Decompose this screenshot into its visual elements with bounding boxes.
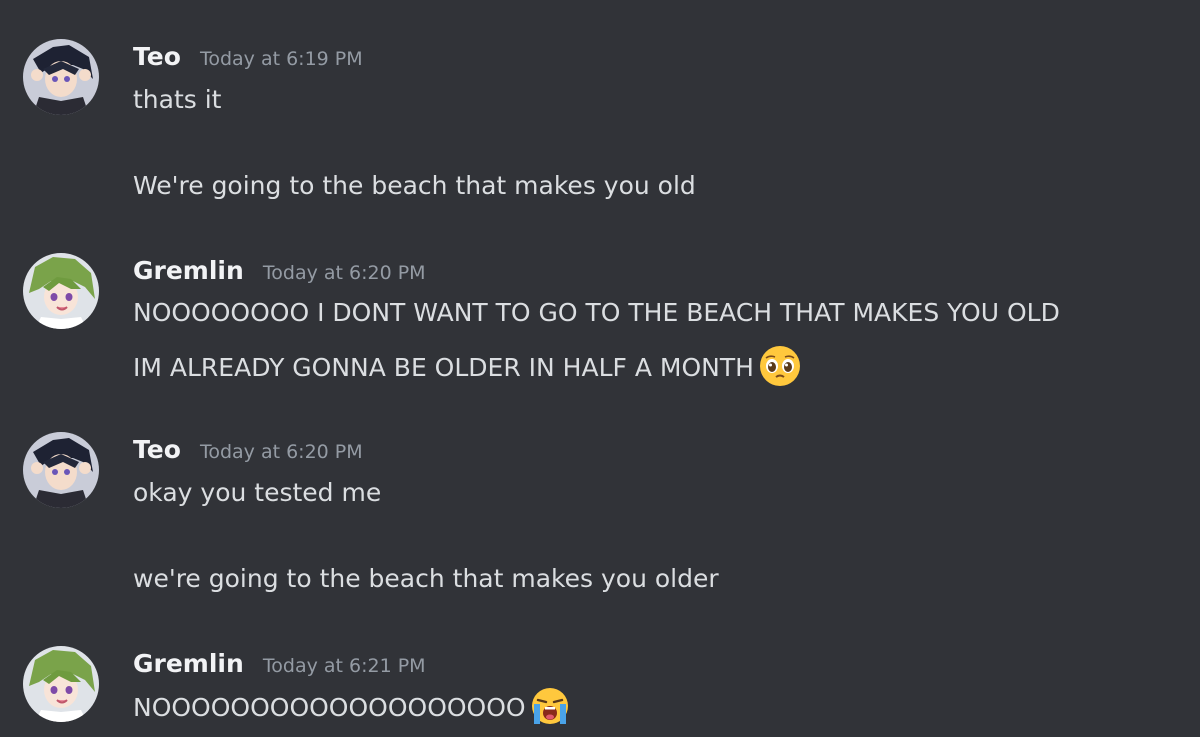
loudly-crying-face-emoji[interactable] bbox=[530, 686, 570, 726]
chat-message-list: Teo Today at 6:19 PM thats it We're goin… bbox=[0, 0, 1200, 737]
message-text: thats it bbox=[133, 85, 222, 114]
teo-avatar-icon[interactable] bbox=[23, 432, 99, 508]
message-timestamp: Today at 6:20 PM bbox=[199, 441, 363, 463]
message-line: IM ALREADY GONNA BE OLDER IN HALF A MONT… bbox=[133, 346, 802, 388]
message-timestamp: Today at 6:21 PM bbox=[262, 655, 426, 677]
username[interactable]: Gremlin bbox=[133, 256, 244, 285]
message-timestamp: Today at 6:19 PM bbox=[199, 48, 363, 70]
message-text: okay you tested me bbox=[133, 478, 382, 507]
teo-avatar-icon[interactable] bbox=[23, 39, 99, 115]
username[interactable]: Teo bbox=[133, 435, 181, 464]
message-timestamp: Today at 6:20 PM bbox=[262, 262, 426, 284]
gremlin-avatar-icon[interactable] bbox=[23, 253, 99, 329]
pleading-face-emoji[interactable] bbox=[758, 344, 802, 388]
message-text: NOOOOOOOOOOOOOOOOOOO bbox=[133, 693, 526, 722]
message-text: NOOOOOOOO I DONT WANT TO GO TO THE BEACH… bbox=[133, 298, 1060, 327]
message-text: We're going to the beach that makes you … bbox=[133, 171, 696, 200]
message-text: IM ALREADY GONNA BE OLDER IN HALF A MONT… bbox=[133, 353, 754, 382]
username[interactable]: Teo bbox=[133, 42, 181, 71]
message-text: we're going to the beach that makes you … bbox=[133, 564, 719, 593]
username[interactable]: Gremlin bbox=[133, 649, 244, 678]
message-line: NOOOOOOOOOOOOOOOOOOO bbox=[133, 688, 570, 726]
gremlin-avatar-icon[interactable] bbox=[23, 646, 99, 722]
